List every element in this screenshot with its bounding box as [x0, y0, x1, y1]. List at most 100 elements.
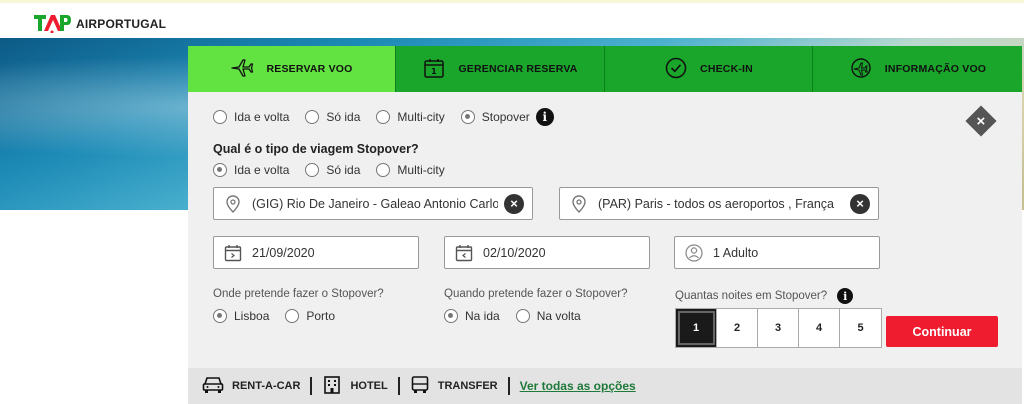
- car-icon: [202, 375, 224, 398]
- return-date-value: 02/10/2020: [483, 245, 546, 260]
- depart-date-value: 21/09/2020: [252, 245, 315, 260]
- radio-button[interactable]: [305, 110, 320, 124]
- passenger-icon: [685, 243, 703, 262]
- continue-button[interactable]: Continuar: [886, 316, 998, 347]
- extras-bar: RENT-A-CAR HOTEL TRANSFER Ver todas as o…: [188, 368, 1022, 404]
- radio-button[interactable]: [376, 110, 391, 124]
- info-icon[interactable]: i: [535, 108, 554, 126]
- stopover-type-question: Qual é o tipo de viagem Stopover?: [213, 142, 419, 156]
- radio-label: Ida e volta: [234, 163, 290, 177]
- tab-label: RESERVAR VOO: [266, 63, 353, 75]
- tab-informacao-voo[interactable]: INFORMAÇÃO VOO: [813, 46, 1022, 92]
- clear-origin-button[interactable]: ×: [504, 193, 524, 214]
- stopover-when-question: Quando pretende fazer o Stopover?: [444, 288, 628, 300]
- radio-label: Multi-city: [397, 163, 445, 177]
- stopover-nights-question-row: Quantas noites em Stopover? i: [675, 288, 854, 304]
- location-pin-icon: [570, 194, 588, 213]
- extra-transfer[interactable]: TRANSFER: [410, 375, 498, 398]
- radio-lisboa[interactable]: Lisboa: [213, 309, 269, 323]
- radio-button[interactable]: [213, 110, 227, 124]
- tab-label: GERENCIAR RESERVA: [458, 63, 578, 75]
- passengers-value: 1 Adulto: [713, 245, 759, 260]
- radio-label: Na volta: [536, 309, 581, 323]
- calendar-return-icon: [455, 244, 473, 262]
- night-option-3[interactable]: 3: [758, 309, 799, 347]
- svg-text:1: 1: [432, 67, 438, 76]
- night-option-2[interactable]: 2: [717, 309, 758, 347]
- stopover-where-question: Onde pretende fazer o Stopover?: [213, 288, 384, 300]
- radio-button[interactable]: [444, 309, 458, 323]
- divider: [310, 377, 313, 395]
- night-option-4[interactable]: 4: [799, 309, 840, 347]
- radio-label: Stopover: [481, 110, 530, 124]
- see-all-options-link[interactable]: Ver todas as opções: [520, 379, 636, 393]
- extra-hotel[interactable]: HOTEL: [322, 375, 388, 398]
- radio-button[interactable]: [213, 309, 227, 323]
- radio-label: Multi-city: [397, 110, 445, 124]
- tab-label: INFORMAÇÃO VOO: [884, 63, 987, 75]
- check-circle-icon: [664, 56, 688, 83]
- origin-field[interactable]: (GIG) Rio De Janeiro - Galeao Antonio Ca…: [213, 187, 533, 220]
- hotel-icon: [322, 375, 342, 398]
- extra-label: TRANSFER: [437, 380, 498, 392]
- close-button[interactable]: ×: [965, 105, 997, 137]
- stopover-where-options: Lisboa Porto: [213, 309, 351, 323]
- trip-type-options: Ida e volta Só ida Multi-city Stopover i: [213, 108, 554, 126]
- brand-name: AIRPORTUGAL: [76, 17, 167, 31]
- extra-rent-a-car[interactable]: RENT-A-CAR: [202, 375, 300, 398]
- bus-icon: [410, 375, 430, 398]
- close-icon: ×: [976, 112, 986, 130]
- divider: [397, 377, 400, 395]
- radio-label: Lisboa: [234, 309, 270, 323]
- radio-stopover-so-ida[interactable]: Só ida: [305, 163, 360, 177]
- stopover-trip-options: Ida e volta Só ida Multi-city: [213, 163, 461, 177]
- divider: [507, 377, 510, 395]
- flight-info-icon: [849, 56, 873, 83]
- radio-multi-city[interactable]: Multi-city: [376, 110, 445, 124]
- stopover-nights-question: Quantas noites em Stopover?: [675, 290, 828, 302]
- radio-button[interactable]: [285, 309, 300, 323]
- radio-label: Só ida: [326, 110, 361, 124]
- radio-na-ida[interactable]: Na ida: [444, 309, 500, 323]
- radio-label: Ida e volta: [234, 110, 290, 124]
- radio-label: Na ida: [465, 309, 500, 323]
- radio-button[interactable]: [376, 163, 391, 177]
- night-option-5[interactable]: 5: [840, 309, 881, 347]
- clear-destination-button[interactable]: ×: [850, 193, 870, 214]
- radio-so-ida[interactable]: Só ida: [305, 110, 360, 124]
- tab-gerenciar-reserva[interactable]: 1 GERENCIAR RESERVA: [396, 46, 605, 92]
- radio-button[interactable]: [460, 110, 475, 124]
- depart-date-field[interactable]: 21/09/2020: [213, 236, 419, 269]
- info-icon[interactable]: i: [837, 288, 854, 304]
- radio-label: Porto: [306, 309, 336, 323]
- return-date-field[interactable]: 02/10/2020: [444, 236, 650, 269]
- radio-button[interactable]: [213, 163, 227, 177]
- calendar-icon: 1: [422, 56, 446, 83]
- top-bar: AIRPORTUGAL: [0, 0, 1024, 38]
- plane-icon: [230, 56, 254, 83]
- radio-na-volta[interactable]: Na volta: [515, 309, 581, 323]
- tap-logo-mark: [32, 11, 72, 34]
- radio-label: Só ida: [326, 163, 361, 177]
- tab-reservar-voo[interactable]: RESERVAR VOO: [188, 46, 396, 92]
- booking-tabs: RESERVAR VOO 1 GERENCIAR RESERVA CHECK-I…: [188, 46, 1022, 92]
- tab-check-in[interactable]: CHECK-IN: [605, 46, 813, 92]
- radio-porto[interactable]: Porto: [285, 309, 335, 323]
- extra-label: RENT-A-CAR: [232, 380, 301, 392]
- radio-button[interactable]: [305, 163, 320, 177]
- night-option-1[interactable]: 1: [676, 309, 717, 347]
- radio-stopover-multi-city[interactable]: Multi-city: [376, 163, 445, 177]
- location-pin-icon: [224, 194, 242, 213]
- stopover-when-options: Na ida Na volta: [444, 309, 597, 323]
- extra-label: HOTEL: [350, 380, 388, 392]
- calendar-depart-icon: [224, 244, 242, 262]
- radio-ida-e-volta[interactable]: Ida e volta: [213, 110, 289, 124]
- radio-stopover[interactable]: Stopover: [460, 110, 530, 124]
- tap-logo[interactable]: AIRPORTUGAL: [32, 11, 167, 34]
- radio-button[interactable]: [515, 309, 530, 323]
- stopover-nights-selector: 1 2 3 4 5: [675, 308, 882, 348]
- passengers-field[interactable]: 1 Adulto: [674, 236, 880, 269]
- destination-field[interactable]: (PAR) Paris - todos os aeroportos , Fran…: [559, 187, 879, 220]
- radio-stopover-ida-e-volta[interactable]: Ida e volta: [213, 163, 289, 177]
- destination-value: (PAR) Paris - todos os aeroportos , Fran…: [598, 196, 834, 211]
